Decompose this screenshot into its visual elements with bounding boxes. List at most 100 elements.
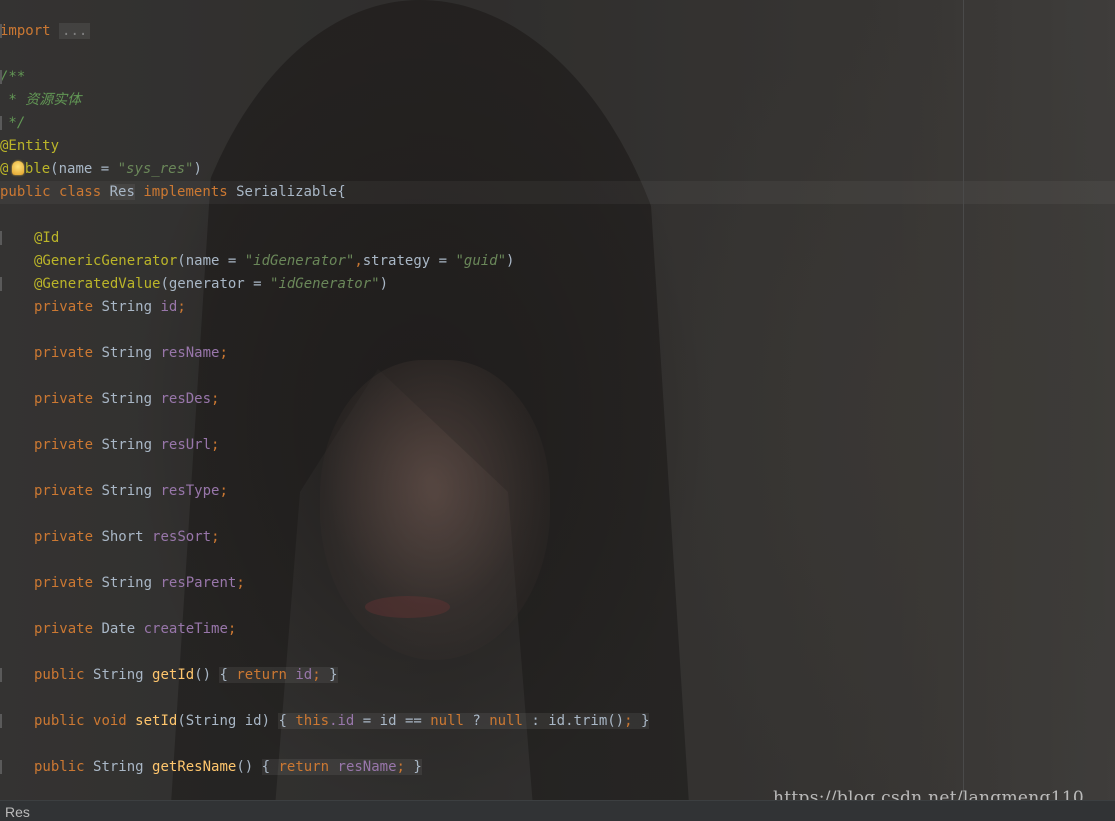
keyword-private: private <box>34 299 94 315</box>
annotation-entity: @Entity <box>0 138 60 154</box>
code-line-doc-body[interactable]: * 资源实体 <box>0 89 81 112</box>
field-ref: id <box>295 667 313 683</box>
keyword-public: public <box>34 667 85 683</box>
keyword-private: private <box>34 345 94 361</box>
comma: , <box>354 253 363 269</box>
folded-body[interactable]: { return resName; } <box>261 759 422 775</box>
code-line-table[interactable]: @ able(name = "sys_res") <box>0 158 202 181</box>
fold-marker-icon[interactable] <box>0 714 2 728</box>
fold-marker-icon[interactable] <box>0 277 2 291</box>
parens: () <box>236 759 254 775</box>
field-ref: .id <box>329 713 355 729</box>
params: (name = <box>50 161 118 177</box>
code-line-import[interactable]: import ... <box>0 20 91 43</box>
code-line-doc-open[interactable]: /** <box>0 66 25 89</box>
keyword-private: private <box>34 529 94 545</box>
field-ref: resName <box>337 759 397 775</box>
field-name: resUrl <box>160 437 212 453</box>
import-fold-button[interactable]: ... <box>59 23 91 39</box>
code-line-class-decl[interactable]: public class Res implements Serializable… <box>0 181 346 204</box>
semicolon: ; <box>219 483 228 499</box>
paren-close: ) <box>379 276 389 292</box>
keyword-return: return <box>236 667 287 683</box>
field-name: resSort <box>152 529 212 545</box>
semicolon: ; <box>236 575 245 591</box>
field-declaration[interactable]: private String id; <box>34 296 186 319</box>
method-name: getId <box>152 667 195 683</box>
code-line-id-ann[interactable]: @Id <box>34 227 59 250</box>
field-declaration[interactable]: private String resDes; <box>34 388 219 411</box>
semicolon: ; <box>219 345 228 361</box>
keyword-class: class <box>59 184 102 200</box>
fold-marker-icon[interactable] <box>0 70 2 84</box>
method-getid[interactable]: public String getId() { return id; } <box>34 664 338 687</box>
keyword-return: return <box>278 759 330 775</box>
field-type: String <box>101 575 153 591</box>
method-name: setId <box>135 713 178 729</box>
code-line-generic-generator[interactable]: @GenericGenerator(name = "idGenerator",s… <box>34 250 514 273</box>
breadcrumb-class[interactable]: Res <box>5 804 30 820</box>
method-getresname[interactable]: public String getResName() { return resN… <box>34 756 422 779</box>
fold-marker-icon[interactable] <box>0 231 2 245</box>
method-signature: (String id) <box>177 713 271 729</box>
comment: * 资源实体 <box>0 92 82 108</box>
parens: () <box>194 667 212 683</box>
field-type: String <box>101 345 153 361</box>
keyword-null: null <box>489 713 523 729</box>
string-literal: "guid" <box>455 253 507 269</box>
semicolon: ; <box>396 759 405 775</box>
field-type: String <box>101 437 153 453</box>
method-name: getResName <box>152 759 237 775</box>
field-name: resType <box>160 483 220 499</box>
field-name: resDes <box>160 391 212 407</box>
code-line-entity[interactable]: @Entity <box>0 135 59 158</box>
string-literal: "idGenerator" <box>270 276 380 292</box>
folded-body[interactable]: { return id; } <box>219 667 338 683</box>
class-name: Res <box>109 184 135 200</box>
field-declaration[interactable]: private Short resSort; <box>34 526 220 549</box>
folded-body[interactable]: { this.id = id == null ? null : id.trim(… <box>278 713 650 729</box>
field-declaration[interactable]: private String resUrl; <box>34 434 219 457</box>
keyword-public: public <box>34 759 85 775</box>
fold-marker-icon[interactable] <box>0 760 2 774</box>
field-type: String <box>101 299 153 315</box>
field-declaration[interactable]: private Date createTime; <box>34 618 236 641</box>
fold-marker-icon[interactable] <box>0 24 2 38</box>
method-setid[interactable]: public void setId(String id) { this.id =… <box>34 710 650 733</box>
fold-marker-icon[interactable] <box>0 116 2 130</box>
paren-close: ) <box>506 253 515 269</box>
field-type: Date <box>101 621 136 637</box>
semicolon: ; <box>211 437 220 453</box>
annotation-at: @ <box>0 161 9 177</box>
annotation-generated-value: @GeneratedValue <box>34 276 161 292</box>
field-declaration[interactable]: private String resParent; <box>34 572 245 595</box>
field-type: String <box>101 391 153 407</box>
return-type: String <box>93 759 144 775</box>
paren-close: ) <box>193 161 202 177</box>
brace-close: } <box>329 667 338 683</box>
keyword-private: private <box>34 575 94 591</box>
field-name: resParent <box>160 575 237 591</box>
return-type: String <box>93 667 144 683</box>
breadcrumb-bar: Res <box>0 800 1115 821</box>
field-declaration[interactable]: private String resType; <box>34 480 228 503</box>
lightbulb-intention-icon[interactable] <box>12 161 24 175</box>
return-type: void <box>93 713 127 729</box>
string-literal: "sys_res" <box>117 161 194 177</box>
fold-marker-icon[interactable] <box>0 668 2 682</box>
keyword-private: private <box>34 621 94 637</box>
code-line-doc-close[interactable]: */ <box>0 112 25 135</box>
expression: : id.trim() <box>522 713 625 729</box>
keyword-private: private <box>34 437 94 453</box>
field-name: createTime <box>143 621 228 637</box>
keyword-null: null <box>430 713 464 729</box>
field-declaration[interactable]: private String resName; <box>34 342 228 365</box>
semicolon: ; <box>211 529 220 545</box>
semicolon: ; <box>211 391 220 407</box>
keyword-implements: implements <box>143 184 228 200</box>
code-line-generated-value[interactable]: @GeneratedValue(generator = "idGenerator… <box>34 273 388 296</box>
params: (generator = <box>160 276 271 292</box>
annotation-id: @Id <box>34 230 60 246</box>
semicolon: ; <box>624 713 633 729</box>
interface-name: Serializable{ <box>236 184 346 200</box>
